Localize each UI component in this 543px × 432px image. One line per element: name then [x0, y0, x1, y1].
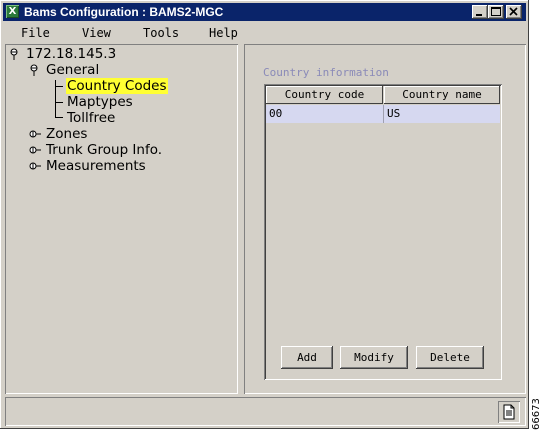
delete-button[interactable]: Delete [416, 346, 484, 369]
menu-bar: File View Tools Help [3, 22, 526, 42]
app-icon[interactable]: X [6, 5, 19, 18]
navigation-tree: 172.18.145.3 General Country Codes Mapty… [5, 44, 238, 394]
close-icon [509, 7, 518, 16]
tree-node-tollfree[interactable]: Tollfree [67, 110, 115, 126]
collapsed-node-icon[interactable] [29, 128, 41, 140]
tree-node-trunk-group-info[interactable]: Trunk Group Info. [46, 142, 162, 158]
title-bar[interactable]: X Bams Configuration : BAMS2-MGC [3, 3, 526, 21]
tree-node-zones[interactable]: Zones [46, 126, 87, 142]
expanded-node-icon[interactable] [9, 48, 19, 60]
window-title: Bams Configuration : BAMS2-MGC [24, 5, 224, 19]
menu-tools[interactable]: Tools [143, 26, 179, 40]
collapsed-node-icon[interactable] [29, 144, 41, 156]
column-header-country-code[interactable]: Country code [266, 86, 383, 104]
modify-button[interactable]: Modify [340, 346, 408, 369]
country-table: Country code Country name 00 US [264, 84, 502, 380]
cell-country-name: US [387, 107, 401, 120]
section-title: Country information [263, 66, 389, 79]
tree-node-general[interactable]: General [46, 62, 99, 78]
maximize-button[interactable] [488, 5, 504, 19]
minimize-button[interactable] [472, 5, 488, 19]
menu-file[interactable]: File [21, 26, 50, 40]
table-row[interactable]: 00 US [266, 105, 500, 123]
column-header-country-name[interactable]: Country name [384, 86, 500, 104]
tree-node-maptypes[interactable]: Maptypes [67, 94, 133, 110]
figure-id: 66673 [531, 398, 542, 430]
tree-root-node[interactable]: 172.18.145.3 [26, 46, 116, 62]
close-button[interactable] [506, 5, 522, 19]
tree-connector [55, 86, 63, 87]
status-bar [5, 397, 526, 426]
notes-button[interactable] [498, 401, 520, 423]
cell-country-code: 00 [266, 105, 384, 123]
country-information-panel: Country information Country code Country… [244, 44, 526, 394]
maximize-icon [491, 7, 501, 16]
expanded-node-icon[interactable] [29, 64, 39, 76]
tree-connector [55, 102, 63, 103]
tree-node-measurements[interactable]: Measurements [46, 158, 146, 174]
add-button[interactable]: Add [281, 346, 333, 369]
document-icon [503, 404, 515, 420]
app-window: X Bams Configuration : BAMS2-MGC File Vi… [0, 0, 529, 429]
minimize-icon [476, 14, 482, 16]
collapsed-node-icon[interactable] [29, 160, 41, 172]
tree-connector [55, 117, 63, 118]
tree-node-country-codes[interactable]: Country Codes [66, 78, 168, 94]
menu-help[interactable]: Help [209, 26, 238, 40]
menu-view[interactable]: View [82, 26, 111, 40]
